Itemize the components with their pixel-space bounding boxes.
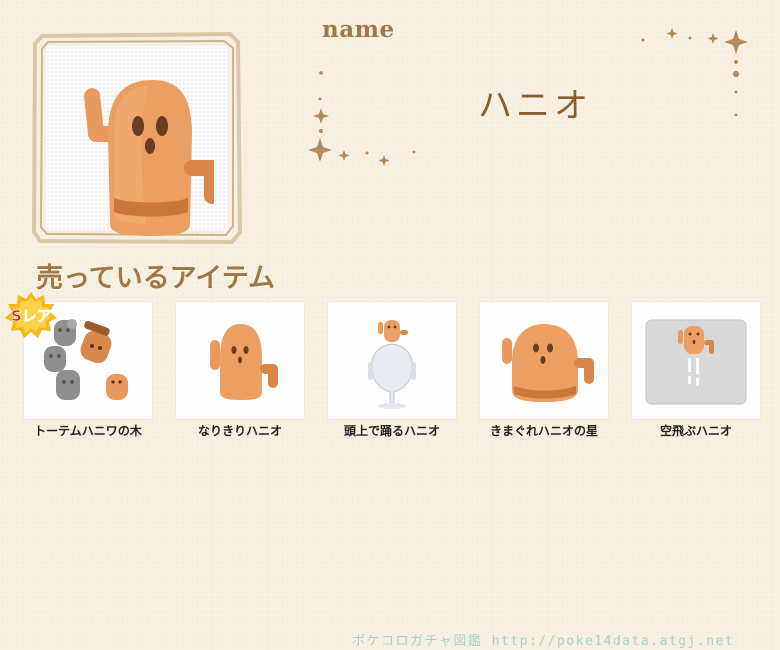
haniwa-costume-icon (210, 324, 278, 400)
item-caption: 空飛ぶハニオ (659, 424, 732, 438)
item-caption: なりきりハニオ (197, 424, 282, 438)
item-card[interactable]: なりきりハニオ (176, 302, 312, 439)
item-caption: きまぐれハニオの星 (489, 424, 598, 438)
item-card[interactable]: 空飛ぶハニオ (632, 302, 768, 439)
section-title: 売っているアイテム (36, 263, 275, 294)
site-watermark: ポケコロガチャ図鑑 http://poke14data.atgj.net (352, 634, 735, 649)
item-caption: トーテムハニワの木 (34, 424, 142, 438)
item-thumbnail[interactable] (632, 302, 760, 419)
item-card[interactable]: きまぐれハニオの星 (480, 302, 616, 439)
haniwa-portrait-icon (84, 80, 214, 236)
item-caption: 頭上で踊るハニオ (343, 424, 440, 438)
character-name: ハニオ (478, 86, 592, 126)
s-rare-badge: Sレア (5, 292, 57, 338)
name-label: name (322, 16, 395, 43)
item-thumbnail[interactable] (480, 302, 608, 419)
item-thumbnail[interactable] (176, 302, 304, 419)
s-rare-badge-text: Sレア (11, 307, 52, 325)
dancing-haniwa-icon (368, 320, 416, 409)
haniwa-star-icon (502, 324, 594, 402)
flying-haniwa-icon (645, 319, 747, 405)
item-card[interactable]: 頭上で踊るハニオ (328, 302, 464, 439)
character-portrait (32, 32, 242, 244)
item-thumbnail[interactable] (328, 302, 456, 419)
